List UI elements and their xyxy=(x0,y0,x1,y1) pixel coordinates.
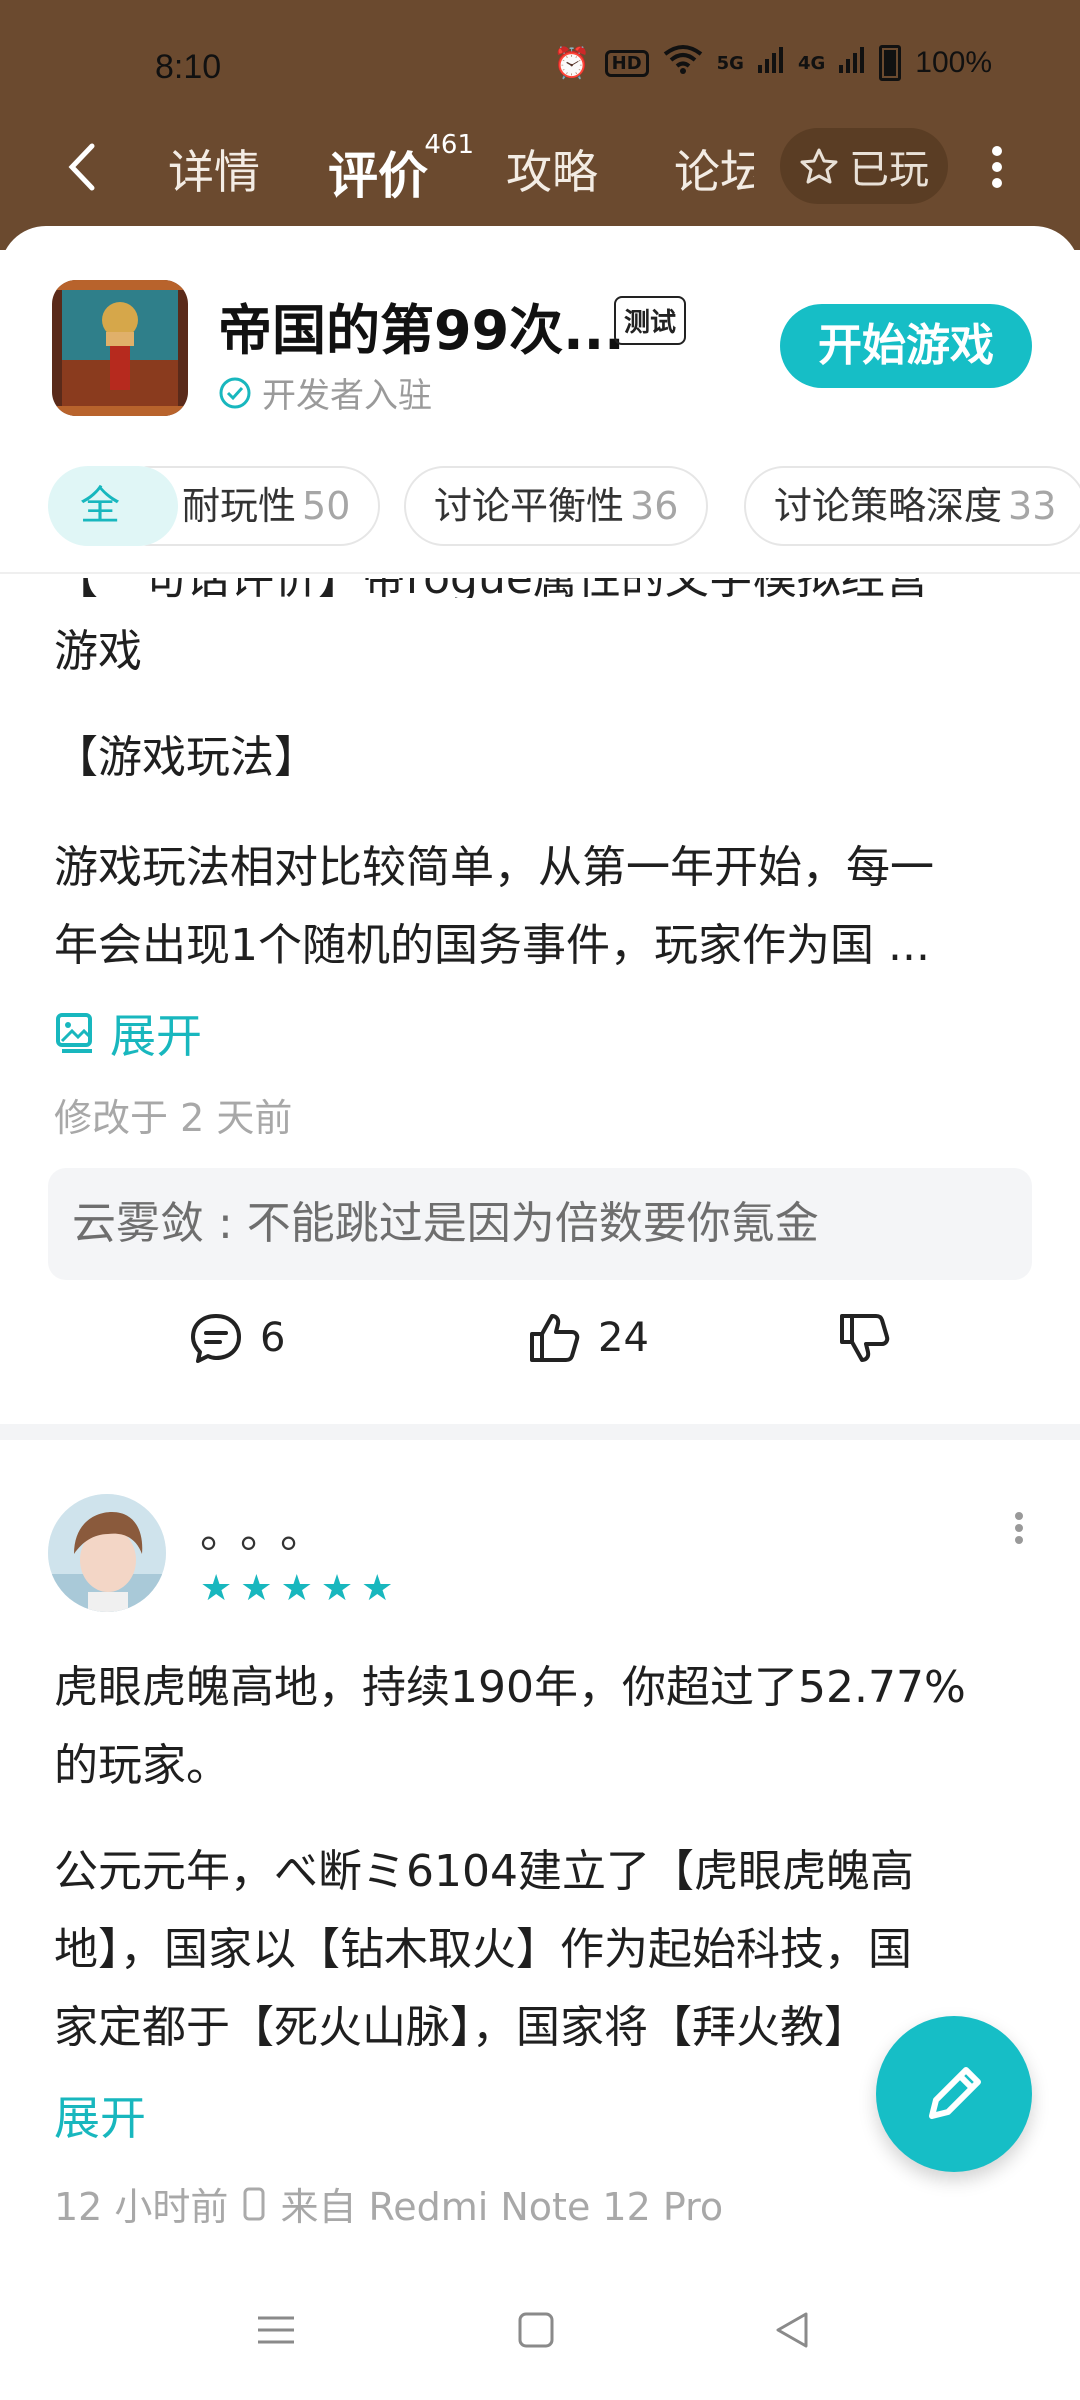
back-icon[interactable] xyxy=(62,142,102,192)
test-badge: 测试 xyxy=(614,296,687,345)
write-review-button[interactable] xyxy=(876,2016,1032,2172)
filter-chip-count: 36 xyxy=(630,484,679,528)
comment-count: 6 xyxy=(260,1315,286,1361)
review-text-line: 地】，国家以【钻木取火】作为起始科技，国 xyxy=(54,1924,912,1975)
review-body-line: 年会出现1个随机的国务事件，玩家作为国 ... xyxy=(54,920,930,971)
username[interactable]: 。。。 xyxy=(200,1496,342,1560)
modified-time: 修改于 2 天前 xyxy=(54,1096,293,1140)
tab-reviews[interactable]: 评价 461 xyxy=(328,130,474,208)
review-text-line: 家定都于【死火山脉】，国家将【拜火教】 xyxy=(54,2002,868,2053)
review-text-line: 游戏 xyxy=(54,626,142,677)
alarm-icon: ⏰ xyxy=(553,45,591,81)
review-meta: 12 小时前 来自 Redmi Note 12 Pro xyxy=(54,2176,723,2231)
hd-icon: HD xyxy=(604,49,649,77)
signal-icon-1 xyxy=(757,45,784,81)
tab-details[interactable]: 详情 xyxy=(168,136,260,202)
review-text-line: 公元元年，べ断ミ6104建立了【虎眼虎魄高 xyxy=(54,1846,914,1897)
divider xyxy=(0,572,1080,574)
start-game-button[interactable]: 开始游戏 xyxy=(780,304,1032,388)
review-actions: 6 24 xyxy=(0,1310,1080,1400)
battery-percent: 100% xyxy=(915,46,992,79)
played-icon xyxy=(800,148,838,184)
review-body-line: 游戏玩法相对比较简单，从第一年开始，每一 xyxy=(54,842,934,893)
clock: 8:10 xyxy=(155,48,222,86)
review-text-partial: 【一句话评价】带rogue属性的文字模拟经营 xyxy=(54,578,929,598)
expand-label: 展开 xyxy=(110,1009,202,1063)
star-icon: ★ xyxy=(280,1568,313,1609)
star-icon: ★ xyxy=(320,1568,354,1609)
menu-icon[interactable] xyxy=(256,2310,296,2350)
filter-chip-label: 耐玩性 xyxy=(182,484,297,528)
status-bar: 8:10 ⏰ HD 5G 4G 100% xyxy=(0,0,1080,140)
developer-label: 开发者入驻 xyxy=(262,376,432,416)
thumbs-up-icon xyxy=(530,1314,580,1362)
avatar[interactable] xyxy=(48,1494,166,1612)
tab-forum[interactable]: 论坛 xyxy=(674,136,754,202)
review-more-icon[interactable] xyxy=(1014,1508,1024,1548)
star-icon: ★ xyxy=(361,1568,394,1609)
signal-5g-label: 5G xyxy=(716,52,744,74)
status-icons: ⏰ HD 5G 4G 100% xyxy=(553,44,992,82)
star-icon: ★ xyxy=(200,1568,233,1609)
filter-chip-strategy[interactable]: 讨论策略深度 33 xyxy=(744,466,1080,546)
review-text-line: 虎眼虎魄高地，持续190年，你超过了52.77% xyxy=(54,1662,966,1713)
filter-chip-count: 33 xyxy=(1008,484,1057,528)
top-nav: 详情 评价 461 攻略 论坛 已玩 xyxy=(0,120,1080,220)
review-text-line: 的玩家。 xyxy=(54,1740,230,1791)
expand-review-2[interactable]: 展开 xyxy=(54,2080,146,2156)
thumbs-down-icon xyxy=(840,1314,890,1362)
game-title: 帝国的第99次... xyxy=(218,299,625,362)
section-separator xyxy=(0,1424,1080,1440)
wifi-icon xyxy=(663,44,703,82)
phone-icon xyxy=(243,2187,265,2220)
tab-reviews-label: 评价 xyxy=(328,147,428,205)
tab-guides[interactable]: 攻略 xyxy=(506,136,598,202)
filter-chip-label: 讨论策略深度 xyxy=(774,484,1003,528)
home-icon[interactable] xyxy=(516,2310,556,2350)
like-button[interactable]: 24 xyxy=(526,1310,649,1366)
filter-chip-label: 讨论平衡性 xyxy=(434,484,625,528)
review-section-heading: 【游戏玩法】 xyxy=(54,732,318,783)
verified-icon xyxy=(219,377,251,408)
game-icon[interactable] xyxy=(52,280,188,416)
review-text-partial-clip: 【一句话评价】带rogue属性的文字模拟经营 xyxy=(54,578,1034,598)
review-device: 来自 Redmi Note 12 Pro xyxy=(280,2185,724,2229)
filter-chips: 耐玩性 50 讨论平衡性 36 讨论策略深度 33 全 xyxy=(0,466,1080,576)
signal-4g-label: 4G xyxy=(797,52,826,74)
review-time: 12 小时前 xyxy=(54,2185,229,2229)
battery-icon xyxy=(879,45,902,81)
pencil-icon xyxy=(929,2067,981,2119)
developer-verified: 开发者入驻 xyxy=(218,368,432,417)
dislike-button[interactable] xyxy=(836,1310,892,1366)
filter-chip-all[interactable]: 全 xyxy=(48,466,178,546)
system-nav-bar xyxy=(0,2290,1080,2380)
played-button[interactable]: 已玩 xyxy=(780,128,948,204)
image-icon xyxy=(56,1013,92,1053)
filter-chip-balance[interactable]: 讨论平衡性 36 xyxy=(404,466,709,546)
like-count: 24 xyxy=(598,1315,649,1361)
back-nav-icon[interactable] xyxy=(772,2310,812,2350)
review-count: 461 xyxy=(424,130,474,160)
filter-chip-count: 50 xyxy=(302,484,351,528)
comment-button[interactable]: 6 xyxy=(188,1310,285,1366)
expand-review-1[interactable]: 展开 xyxy=(54,1000,202,1066)
reply-preview[interactable]: 云雾敛 : 不能跳过是因为倍数要你氪金 xyxy=(48,1168,1032,1280)
star-icon: ★ xyxy=(240,1568,273,1609)
comment-icon xyxy=(191,1314,241,1363)
signal-icon-2 xyxy=(839,45,865,81)
played-label: 已玩 xyxy=(849,147,929,193)
rating-stars: ★ ★ ★ ★ ★ xyxy=(200,1568,393,1609)
more-icon[interactable] xyxy=(990,140,1004,200)
